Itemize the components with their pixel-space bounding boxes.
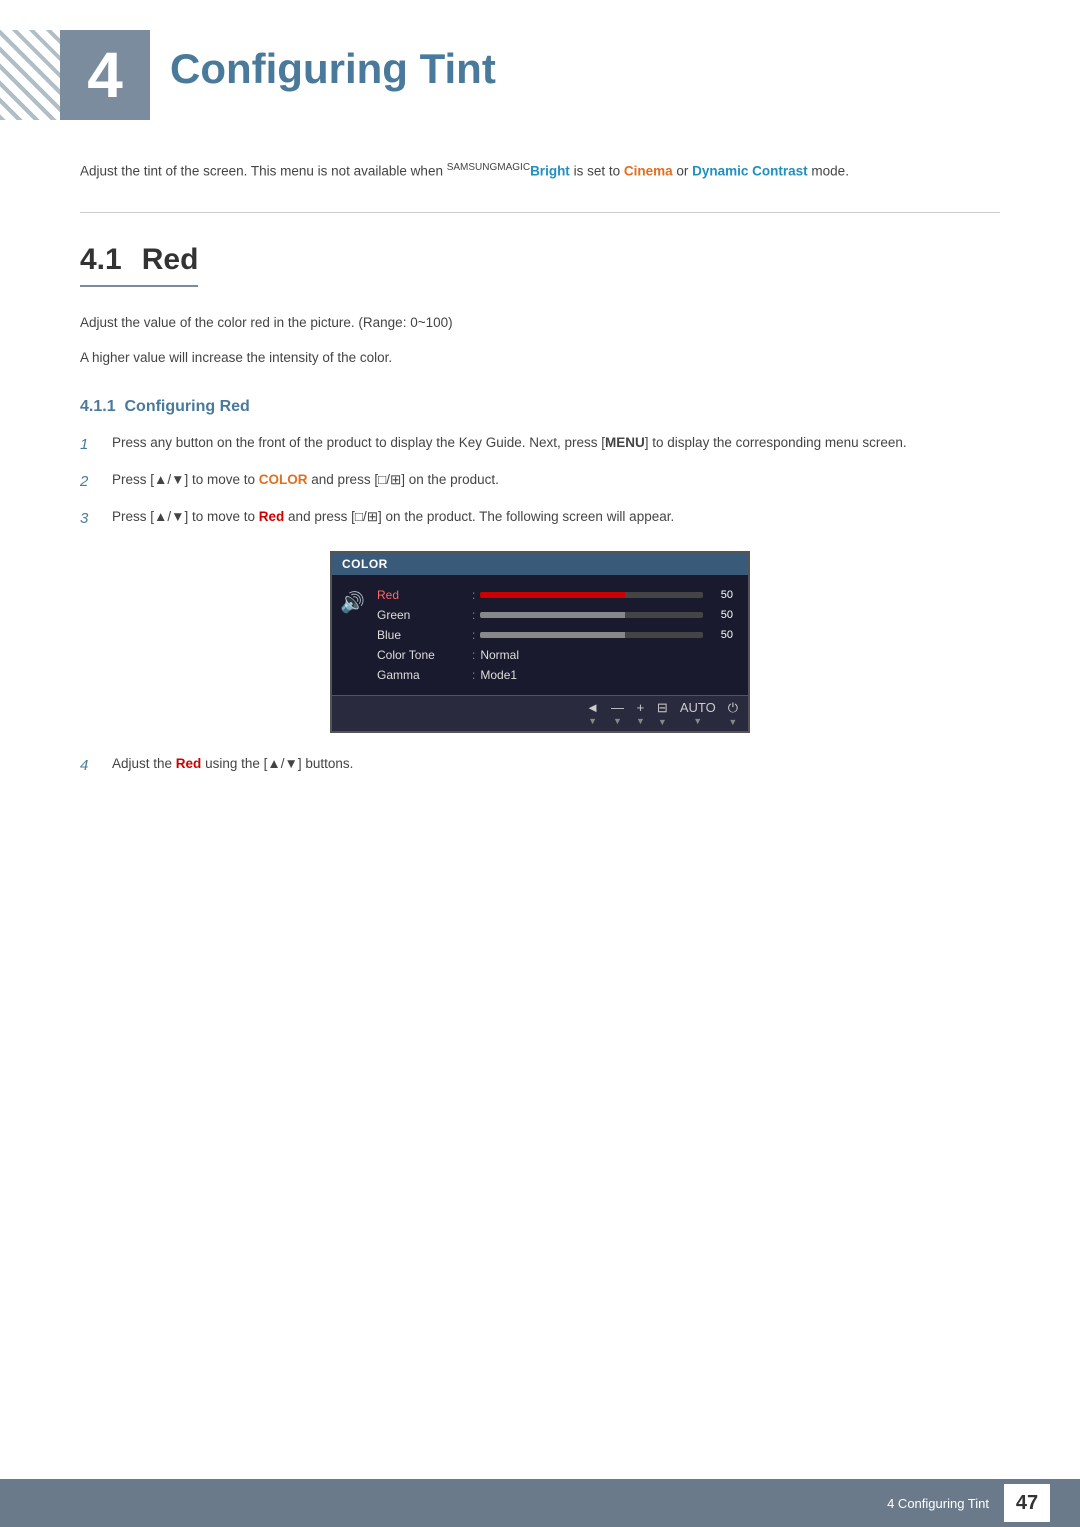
step-4-number: 4 (80, 753, 104, 778)
menu-label-blue: Blue (377, 628, 467, 642)
section-divider (80, 212, 1000, 213)
monitor-footer: ◄ ▼ — ▼ + ▼ ⊟ ▼ AUTO ▼ ⏻ ▼ (332, 695, 748, 731)
menu-label-green: Green (377, 608, 467, 622)
monitor-btn-left: ◄ ▼ (586, 700, 599, 726)
menu-label-red: Red (377, 588, 467, 602)
step-2-number: 2 (80, 469, 104, 494)
chapter-title: Configuring Tint (170, 30, 496, 93)
cinema-label: Cinema (624, 164, 673, 179)
step-2: 2 Press [▲/▼] to move to COLOR and press… (80, 469, 1000, 494)
menu-label-gamma: Gamma (377, 668, 467, 682)
step-4: 4 Adjust the Red using the [▲/▼] buttons… (80, 753, 1000, 778)
slider-bar-green (480, 612, 703, 618)
brand-label: SAMSUNG (447, 162, 498, 173)
steps-list-2: 4 Adjust the Red using the [▲/▼] buttons… (80, 753, 1000, 778)
slider-value-green: 50 (711, 609, 733, 621)
menu-row-colortone: Color Tone : Normal (377, 645, 733, 665)
step-1-text: Press any button on the front of the pro… (112, 432, 1000, 454)
chapter-description: Adjust the tint of the screen. This menu… (80, 150, 1000, 182)
monitor-icon-area: 🔊 Red : 50 Green : (332, 575, 748, 695)
slider-red: 50 (480, 589, 733, 601)
monitor-title-bar: COLOR (332, 553, 748, 575)
monitor-btn-menu: ⊟ ▼ (657, 700, 668, 727)
steps-list: 1 Press any button on the front of the p… (80, 432, 1000, 531)
menu-value-colortone: Normal (480, 648, 519, 662)
slider-bar-blue (480, 632, 703, 638)
subsection-411-title: 4.1.1 Configuring Red (80, 398, 1000, 416)
monitor-btn-minus: — ▼ (611, 700, 624, 726)
menu-row-red: Red : 50 (377, 585, 733, 605)
monitor-screenshot: COLOR 🔊 Red : 50 Green : (330, 551, 750, 733)
bright-label: Bright (530, 164, 570, 179)
section-41-body2: A higher value will increase the intensi… (80, 347, 1000, 370)
slider-green: 50 (480, 609, 733, 621)
step-3-number: 3 (80, 506, 104, 531)
menu-row-blue: Blue : 50 (377, 625, 733, 645)
monitor-btn-auto: AUTO ▼ (680, 700, 716, 726)
section-41-title: 4.1Red (80, 243, 198, 287)
chapter-header: 4 Configuring Tint (0, 0, 1080, 140)
footer-chapter-text: 4 Configuring Tint (887, 1496, 989, 1511)
step-3-text: Press [▲/▼] to move to Red and press [□/… (112, 506, 1000, 528)
page-footer: 4 Configuring Tint 47 (0, 1479, 1080, 1527)
main-content: Adjust the tint of the screen. This menu… (0, 140, 1080, 870)
step-3: 3 Press [▲/▼] to move to Red and press [… (80, 506, 1000, 531)
step-1: 1 Press any button on the front of the p… (80, 432, 1000, 457)
slider-value-red: 50 (711, 589, 733, 601)
monitor-btn-plus: + ▼ (636, 700, 645, 726)
step-1-number: 1 (80, 432, 104, 457)
slider-value-blue: 50 (711, 629, 733, 641)
step-2-text: Press [▲/▼] to move to COLOR and press [… (112, 469, 1000, 491)
menu-label-colortone: Color Tone (377, 648, 467, 662)
monitor-menu: Red : 50 Green : 50 (362, 575, 748, 695)
menu-row-green: Green : 50 (377, 605, 733, 625)
monitor-btn-power: ⏻ ▼ (728, 700, 738, 727)
step-4-text: Adjust the Red using the [▲/▼] buttons. (112, 753, 1000, 775)
slider-blue: 50 (480, 629, 733, 641)
magic-label: MAGIC (497, 162, 530, 173)
menu-row-gamma: Gamma : Mode1 (377, 665, 733, 685)
page-number: 47 (1004, 1484, 1050, 1522)
chapter-number: 4 (60, 30, 150, 120)
section-41-body1: Adjust the value of the color red in the… (80, 312, 1000, 335)
slider-bar-red (480, 592, 703, 598)
menu-value-gamma: Mode1 (480, 668, 517, 682)
dynamic-contrast-label: Dynamic Contrast (692, 164, 808, 179)
